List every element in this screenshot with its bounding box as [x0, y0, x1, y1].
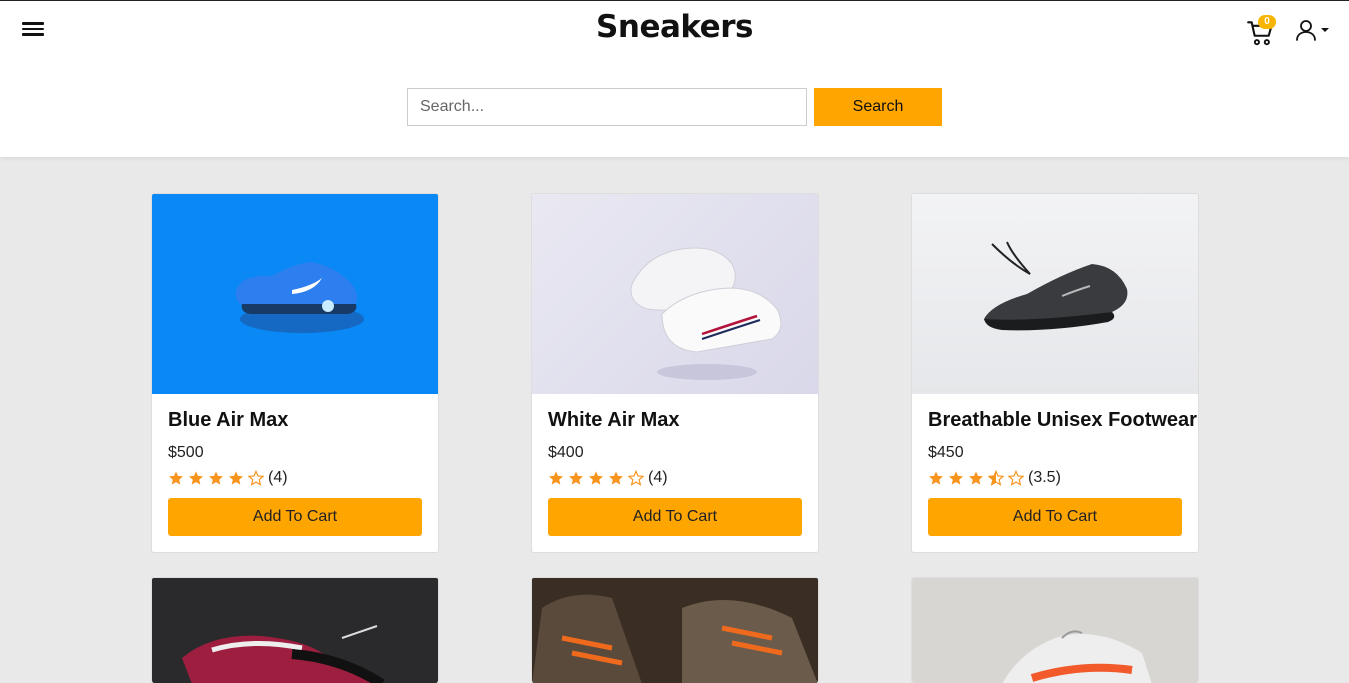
star-empty-icon — [628, 470, 644, 486]
star-full-icon — [549, 471, 563, 485]
star-full-icon — [949, 471, 963, 485]
star-full-icon — [969, 471, 983, 485]
rating-value: (3.5) — [1028, 469, 1061, 486]
user-icon — [1296, 20, 1316, 41]
product-card — [151, 577, 439, 683]
product-name[interactable]: Blue Air Max — [168, 409, 288, 432]
product-name[interactable]: Breathable Unisex Footwear — [928, 409, 1197, 432]
page-title: Sneakers — [596, 9, 753, 45]
rating-value: (4) — [268, 469, 288, 486]
product-card — [531, 577, 819, 683]
product-image[interactable] — [152, 578, 438, 683]
star-full-icon — [169, 471, 183, 485]
product-image[interactable] — [532, 194, 818, 394]
product-card: White Air Max $400 (4) Add To Cart — [531, 193, 819, 553]
cart-button[interactable]: 0 — [1247, 15, 1277, 46]
product-price: $500 — [168, 444, 204, 461]
product-rating: (4) — [548, 469, 668, 487]
star-full-icon — [209, 471, 223, 485]
product-price: $400 — [548, 444, 584, 461]
add-to-cart-button[interactable]: Add To Cart — [548, 498, 802, 536]
cart-count-badge: 0 — [1258, 15, 1276, 29]
top-navigation-bar: Sneakers 0 Search — [0, 0, 1349, 157]
star-empty-icon — [248, 470, 264, 486]
search-input[interactable] — [407, 88, 807, 126]
product-image[interactable] — [912, 194, 1198, 394]
star-full-icon — [189, 471, 203, 485]
star-full-icon — [609, 471, 623, 485]
star-full-icon — [569, 471, 583, 485]
star-full-icon — [589, 471, 603, 485]
product-name[interactable]: White Air Max — [548, 409, 680, 432]
star-half-icon — [988, 470, 1004, 486]
add-to-cart-button[interactable]: Add To Cart — [928, 498, 1182, 536]
star-full-icon — [929, 471, 943, 485]
product-price: $450 — [928, 444, 964, 461]
rating-value: (4) — [648, 469, 668, 486]
caret-down-icon — [1321, 28, 1329, 32]
star-full-icon — [229, 471, 243, 485]
product-card: Breathable Unisex Footwear $450 (3.5) Ad… — [911, 193, 1199, 553]
product-image[interactable] — [912, 578, 1198, 683]
product-card — [911, 577, 1199, 683]
star-empty-icon — [1008, 470, 1024, 486]
product-card: Blue Air Max $500 (4) Add To Cart — [151, 193, 439, 553]
product-image[interactable] — [152, 194, 438, 394]
product-rating: (4) — [168, 469, 288, 487]
add-to-cart-button[interactable]: Add To Cart — [168, 498, 422, 536]
product-image[interactable] — [532, 578, 818, 683]
user-account-dropdown[interactable] — [1294, 17, 1330, 43]
product-rating: (3.5) — [928, 469, 1061, 487]
search-button[interactable]: Search — [814, 88, 942, 126]
